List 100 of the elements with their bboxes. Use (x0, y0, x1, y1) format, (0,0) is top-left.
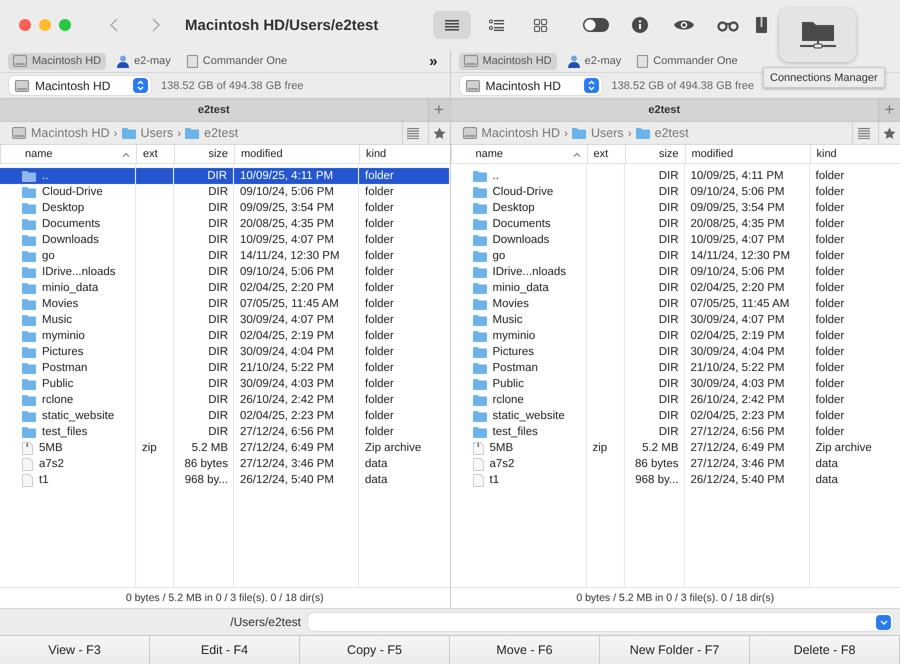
size-cell-text: DIR (207, 185, 229, 200)
file-name-cell[interactable]: myminio (0, 328, 136, 344)
column-header[interactable]: ext (586, 145, 624, 163)
file-name-cell[interactable]: rclone (450, 392, 586, 408)
file-name-cell[interactable]: 5MB (450, 440, 586, 456)
size-cell-text: DIR (658, 409, 680, 424)
window-title: Macintosh HD/Users/e2test (185, 16, 380, 34)
file-name-cell[interactable]: go (450, 248, 586, 264)
file-name-cell[interactable]: Desktop (450, 200, 586, 216)
kind-cell-text: Zip archive (364, 441, 422, 456)
drive-select[interactable]: Macintosh HD (9, 76, 151, 95)
file-name-cell[interactable]: Downloads (450, 232, 586, 248)
breadcrumb-item[interactable]: Macintosh HD (12, 126, 110, 140)
kind-cell-text: folder (364, 345, 395, 360)
file-name-cell[interactable]: Public (450, 376, 586, 392)
file-name-cell[interactable]: Pictures (0, 344, 136, 360)
file-name-cell[interactable]: rclone (0, 392, 136, 408)
file-name-cell[interactable]: Public (0, 376, 136, 392)
kind-cell-text: folder (364, 249, 395, 264)
favorite-tab[interactable]: Macintosh HD (458, 52, 557, 70)
file-name-cell[interactable]: Movies (0, 296, 136, 312)
file-name-cell[interactable]: static_website (450, 408, 586, 424)
ext-cell-text: zip (141, 441, 158, 456)
favorite-tab[interactable]: Commander One (182, 52, 292, 70)
favorite-tab[interactable]: e2-may (112, 52, 176, 70)
favorite-tab[interactable]: Commander One (632, 52, 743, 70)
file-name-cell[interactable]: Postman (0, 360, 136, 376)
file-name-cell[interactable]: Music (0, 312, 136, 328)
file-name-cell[interactable]: Documents (450, 216, 586, 232)
breadcrumb-item[interactable]: e2test (185, 126, 238, 140)
file-name-cell[interactable]: Cloud-Drive (0, 184, 136, 200)
breadcrumb-separator: › (628, 126, 632, 140)
favorite-tab[interactable]: e2-may (562, 52, 626, 70)
eye-icon (674, 19, 694, 31)
file-name-cell[interactable]: static_website (0, 408, 136, 424)
file-name-cell[interactable]: go (0, 248, 136, 264)
size-cell-text: DIR (207, 217, 229, 232)
file-name-cell[interactable]: IDrive...nloads (450, 264, 586, 280)
column-header[interactable]: modified (234, 145, 359, 163)
breadcrumb-item[interactable]: Users (122, 126, 174, 140)
size-cell-text: DIR (207, 249, 229, 264)
connections-button[interactable] (779, 8, 856, 62)
file-name-cell[interactable]: myminio (450, 328, 586, 344)
file-name-cell[interactable]: Postman (450, 360, 586, 376)
command-input-field[interactable] (308, 613, 893, 631)
column-header[interactable]: ext (136, 145, 174, 163)
folder-icon (22, 394, 36, 406)
breadcrumb-item[interactable]: Macintosh HD (462, 126, 560, 140)
column-header[interactable]: name (450, 145, 586, 163)
file-name-cell[interactable]: a7s2 (450, 456, 586, 472)
file-name-cell[interactable]: test_files (0, 424, 136, 440)
file-name-cell[interactable]: t1 (0, 472, 136, 488)
kind-cell-text: folder (814, 377, 846, 392)
file-name-cell[interactable]: Music (450, 312, 586, 328)
column-header[interactable]: modified (684, 145, 810, 163)
kind-cell-text: folder (364, 313, 395, 328)
column-header[interactable]: kind (359, 145, 450, 163)
favorite-tab[interactable]: Macintosh HD (8, 52, 106, 70)
kind-cell-text: folder (364, 377, 395, 392)
column-header[interactable]: size (624, 145, 684, 163)
function-key-button[interactable]: Move - F6 (450, 636, 600, 664)
size-cell-text: DIR (207, 329, 229, 344)
file-name-cell[interactable]: IDrive...nloads (0, 264, 136, 280)
close-button[interactable] (19, 19, 31, 31)
function-key-button[interactable]: Delete - F8 (750, 636, 900, 664)
function-key-button[interactable]: View - F3 (0, 636, 150, 664)
drive-select[interactable]: Macintosh HD (460, 76, 602, 95)
folder-icon (22, 186, 36, 198)
kind-cell-text: folder (364, 425, 395, 440)
file-name-cell[interactable]: .. (0, 168, 136, 184)
file-name-cell[interactable]: minio_data (450, 280, 586, 296)
file-name-cell[interactable]: 5MB (0, 440, 136, 456)
folder-icon (472, 330, 486, 342)
folder-icon (472, 314, 486, 326)
file-name-cell[interactable]: Cloud-Drive (450, 184, 586, 200)
column-header[interactable]: kind (810, 145, 900, 163)
breadcrumb-item[interactable]: e2test (636, 126, 689, 140)
file-name-cell[interactable]: t1 (450, 472, 586, 488)
breadcrumb-item[interactable]: Users (572, 126, 624, 140)
column-header[interactable]: size (174, 145, 234, 163)
toggle-switch-icon (583, 18, 609, 32)
more-favorites-button[interactable]: » (425, 52, 442, 70)
file-name-cell[interactable]: Desktop (0, 200, 136, 216)
modified-cell-text: 30/09/24, 4:03 PM (239, 377, 335, 392)
file-name-cell[interactable]: Documents (0, 216, 136, 232)
file-name-cell[interactable]: Pictures (450, 344, 586, 360)
file-name-cell[interactable]: Movies (450, 296, 586, 312)
function-key-button[interactable]: New Folder - F7 (600, 636, 750, 664)
modified-cell-text: 02/04/25, 2:23 PM (239, 409, 335, 424)
view-mode-button[interactable] (433, 11, 471, 39)
file-name-cell[interactable]: minio_data (0, 280, 136, 296)
modified-cell-text: 09/10/24, 5:06 PM (690, 265, 786, 280)
file-name-cell[interactable]: .. (450, 168, 586, 184)
file-name-cell[interactable]: test_files (450, 424, 586, 440)
column-header[interactable]: name (0, 145, 136, 163)
file-name-cell[interactable]: Downloads (0, 232, 136, 248)
file-name-cell[interactable]: a7s2 (0, 456, 136, 472)
function-key-button[interactable]: Edit - F4 (150, 636, 300, 664)
modified-cell-text: 27/12/24, 6:56 PM (239, 425, 335, 440)
function-key-button[interactable]: Copy - F5 (300, 636, 450, 664)
